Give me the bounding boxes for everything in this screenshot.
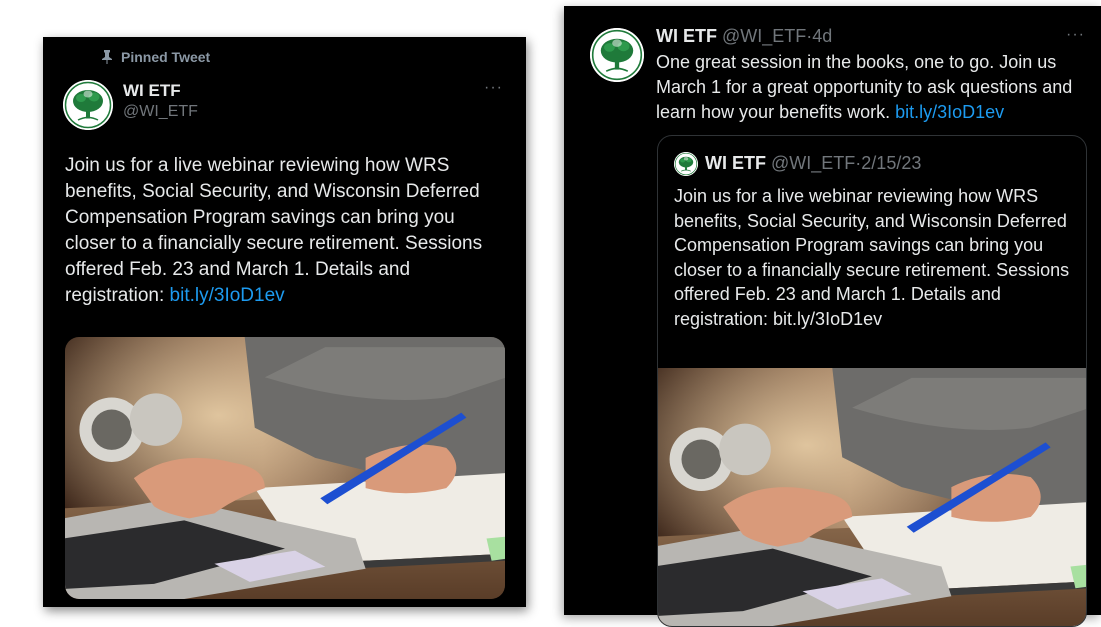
tweet-header: WI ETF @WI_ETF·4d (656, 26, 832, 47)
photo-laptop-notebook-icon (658, 368, 1086, 626)
tweet-text-content: Join us for a live webinar reviewing how… (65, 155, 483, 306)
photo-laptop-notebook-icon (65, 337, 505, 599)
pin-icon (102, 50, 112, 64)
more-options-icon[interactable]: ··· (484, 79, 503, 97)
tweet-text: Join us for a live webinar reviewing how… (65, 153, 505, 309)
etf-tree-logo-icon (63, 80, 113, 130)
pinned-tweet-indicator: Pinned Tweet (101, 49, 210, 65)
tweet-link[interactable]: bit.ly/3IoD1ev (895, 102, 1004, 122)
author-block: WI ETF @WI_ETF (123, 81, 198, 121)
timestamp[interactable]: 4d (812, 26, 832, 46)
pinned-label: Pinned Tweet (121, 49, 211, 65)
quoted-tweet[interactable]: WI ETF @WI_ETF·2/15/23 Join us for a liv… (657, 135, 1087, 627)
quoted-text: Join us for a live webinar reviewing how… (674, 186, 1070, 329)
more-options-icon[interactable]: ··· (1066, 26, 1085, 44)
handle[interactable]: @WI_ETF (123, 103, 198, 121)
quoted-header: WI ETF @WI_ETF·2/15/23 (705, 153, 921, 174)
avatar[interactable] (590, 28, 644, 82)
quoted-display-name: WI ETF (705, 153, 766, 173)
tweet-media-image[interactable] (65, 337, 505, 599)
handle[interactable]: @WI_ETF (722, 26, 806, 46)
quoted-avatar (674, 152, 698, 176)
avatar[interactable] (63, 80, 113, 130)
tweet-text: One great session in the books, one to g… (656, 50, 1086, 125)
etf-tree-logo-icon (674, 152, 698, 176)
quoted-handle: @WI_ETF (771, 153, 856, 173)
display-name[interactable]: WI ETF (656, 26, 717, 46)
pinned-tweet-card[interactable]: Pinned Tweet WI ETF @WI_ETF ··· Join us … (43, 37, 526, 607)
tweet-link[interactable]: bit.ly/3IoD1ev (170, 285, 285, 306)
quote-tweet-card[interactable]: WI ETF @WI_ETF·4d ··· One great session … (564, 6, 1101, 627)
display-name[interactable]: WI ETF (123, 81, 198, 101)
quoted-date: 2/15/23 (861, 153, 922, 173)
quoted-media-image[interactable] (658, 368, 1086, 626)
etf-tree-logo-icon (590, 28, 644, 82)
tweet-text-content: One great session in the books, one to g… (656, 52, 1073, 122)
